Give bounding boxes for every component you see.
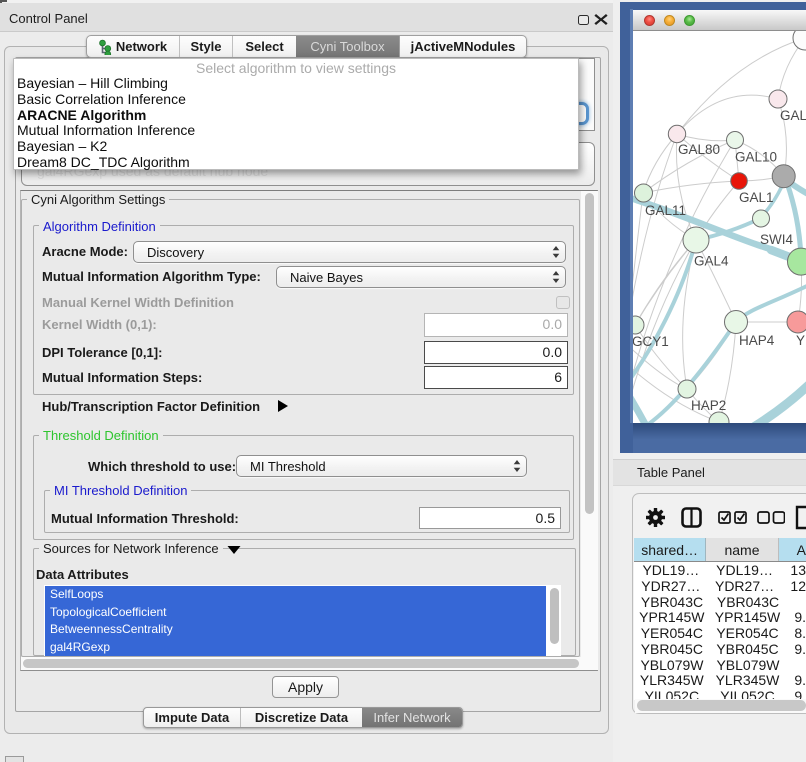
svg-text:GAL80: GAL80: [678, 142, 720, 157]
svg-text:GAL2: GAL2: [780, 108, 806, 123]
svg-text:HAP4: HAP4: [739, 333, 775, 348]
svg-text:GAL11: GAL11: [645, 203, 686, 218]
svg-text:GAL1: GAL1: [739, 190, 774, 205]
svg-text:GCY1: GCY1: [633, 334, 669, 349]
svg-text:GAL10: GAL10: [735, 150, 777, 165]
svg-text:GAL4: GAL4: [694, 254, 729, 269]
svg-text:Y: Y: [796, 333, 805, 348]
svg-text:SWI4: SWI4: [760, 232, 793, 247]
svg-text:HAP2: HAP2: [691, 398, 726, 413]
